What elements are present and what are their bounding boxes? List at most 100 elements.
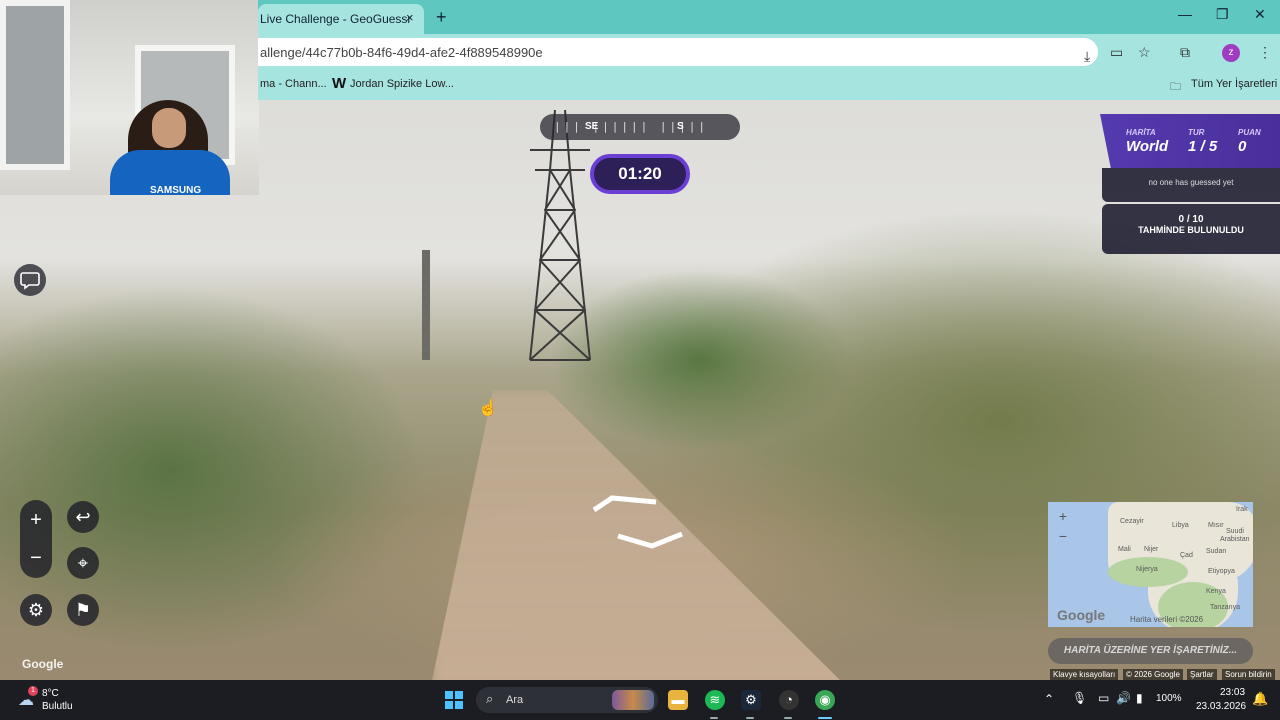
zoom-in-button[interactable]: + <box>20 502 52 538</box>
app-running-indicator <box>746 717 754 719</box>
app-running-indicator <box>784 717 792 719</box>
map-label-sudan: Sudan <box>1206 548 1227 555</box>
network-icon[interactable]: ▭ <box>1098 691 1109 705</box>
minimap-zoom-out[interactable]: − <box>1054 528 1072 544</box>
address-text: allenge/44c77b0b-84f6-49d4-afe2-4f889548… <box>260 45 543 60</box>
bookmark-item[interactable]: Jordan Spizike Low... <box>350 78 454 90</box>
score-value: 0 <box>1238 138 1247 155</box>
minimap-attribution: Harita verileri ©2026 <box>1130 615 1204 624</box>
browser-chrome: Live Challenge - GeoGuessr × + — ❐ ✕ all… <box>258 0 1280 100</box>
google-logo: Google <box>22 657 64 671</box>
map-label-chad: Çad <box>1180 552 1193 559</box>
cursor-icon: ☝ <box>478 400 498 417</box>
minimize-icon[interactable]: — <box>1178 6 1192 22</box>
taskbar-search[interactable]: ⌕ Ara <box>476 687 658 713</box>
folder-icon: 🗀 <box>1170 81 1181 93</box>
volume-icon[interactable]: 🔊 <box>1116 691 1131 705</box>
spotify-icon[interactable]: ≋ <box>705 690 725 710</box>
round-timer: 01:20 <box>590 154 690 194</box>
bookmark-item[interactable]: ma - Chann... <box>260 78 327 90</box>
search-label: Ara <box>506 694 524 706</box>
compass-ticks: ||| |||||| ||||| <box>554 120 708 133</box>
battery-percent: 100% <box>1156 693 1182 704</box>
profile-avatar[interactable]: z <box>1222 44 1240 62</box>
guess-count: 0 / 10 <box>1178 214 1204 225</box>
game-status-header: HARİTA World TUR 1 / 5 PUAN 0 <box>1100 114 1280 168</box>
close-window-icon[interactable]: ✕ <box>1254 6 1266 23</box>
window-left <box>0 0 70 170</box>
score-label: PUAN <box>1238 128 1261 137</box>
power-pylon <box>529 110 591 361</box>
card-icon[interactable]: ▭ <box>1110 44 1123 61</box>
guess-counter: 0 / 10 TAHMİNDE BULUNULDU <box>1102 204 1280 254</box>
map-label-algeria: Cezayir <box>1120 518 1144 525</box>
shirt-text: SAMSUNG <box>150 185 202 195</box>
bookmarks-bar: ma - Chann... W Jordan Spizike Low... 🗀 … <box>258 70 1280 100</box>
toolbar: allenge/44c77b0b-84f6-49d4-afe2-4f889548… <box>258 34 1280 70</box>
battery-icon[interactable]: ▮ <box>1136 691 1143 705</box>
screen: SAMSUNG Live Challenge - GeoGuessr × + —… <box>0 0 1280 720</box>
app-icon[interactable]: ◔ <box>779 690 799 710</box>
bookmark-w-icon: W <box>332 75 347 92</box>
map-label-kenya: Kenya <box>1206 588 1226 595</box>
extensions-icon[interactable]: ⧉ <box>1180 44 1190 61</box>
clock-time[interactable]: 23:03 <box>1220 687 1245 698</box>
webcam-overlay: SAMSUNG <box>0 0 259 195</box>
map-label-libya: Libya <box>1172 522 1189 529</box>
guess-count-label: TAHMİNDE BULUNULDU <box>1138 225 1244 235</box>
compass-label-se: SE <box>585 121 599 132</box>
compass-label-s: S <box>677 121 684 132</box>
search-icon: ⌕ <box>486 691 494 706</box>
weather-badge: 1 <box>28 686 38 696</box>
undo-move-button[interactable]: ↩ <box>67 501 99 533</box>
map-value: World <box>1126 138 1169 155</box>
tab-title: Live Challenge - GeoGuessr <box>260 12 412 26</box>
round-value: 1 / 5 <box>1188 138 1218 155</box>
chat-icon <box>20 272 40 290</box>
notification-bell-icon[interactable]: 🔔 <box>1252 691 1268 707</box>
weather-desc[interactable]: Bulutlu <box>42 701 73 712</box>
tray-expand-icon[interactable]: ⌃ <box>1044 692 1054 706</box>
microphone-icon[interactable]: 🎙 <box>1072 691 1087 705</box>
zoom-out-button[interactable]: − <box>20 540 52 576</box>
map-label-iraq: Irak <box>1236 506 1248 513</box>
app-running-indicator <box>710 717 718 719</box>
chat-button[interactable] <box>14 264 46 296</box>
round-label: TUR <box>1188 128 1205 137</box>
tab-geoguessr[interactable]: Live Challenge - GeoGuessr × <box>258 4 424 34</box>
move-forward-arrow[interactable] <box>592 494 662 512</box>
bookmark-star-icon[interactable]: ☆ <box>1138 44 1151 61</box>
address-bar[interactable]: allenge/44c77b0b-84f6-49d4-afe2-4f889548… <box>258 38 1098 66</box>
minimap-zoom-in[interactable]: + <box>1054 508 1072 524</box>
map-label-nigeria: Nijerya <box>1136 566 1158 573</box>
move-backward-arrow[interactable] <box>616 532 686 550</box>
return-to-start-button[interactable]: ⚑ <box>67 594 99 626</box>
menu-icon[interactable]: ⋮ <box>1258 44 1272 61</box>
map-label-arabia: Arabistan <box>1220 536 1250 543</box>
windows-start-icon[interactable] <box>444 690 464 710</box>
checkpoint-button[interactable]: ⌖ <box>67 547 99 579</box>
keyboard-shortcuts-link[interactable]: Klavye kısayolları <box>1050 669 1119 680</box>
streamer-face <box>152 108 186 148</box>
steam-icon[interactable]: ⚙ <box>741 690 761 710</box>
chrome-icon[interactable]: ◉ <box>815 690 835 710</box>
map-label-mali: Mali <box>1118 546 1131 553</box>
report-problem-link[interactable]: Sorun bildirin <box>1222 669 1275 680</box>
weather-temp[interactable]: 8°C <box>42 688 59 699</box>
maximize-icon[interactable]: ❐ <box>1216 6 1229 23</box>
map-label-tanzania: Tanzanya <box>1210 604 1240 611</box>
terms-link[interactable]: Şartlar <box>1187 669 1217 680</box>
file-explorer-icon[interactable]: ▬ <box>668 690 688 710</box>
new-tab-button[interactable]: + <box>436 7 447 28</box>
install-app-icon[interactable]: ⤓ <box>1084 48 1090 65</box>
map-label: HARİTA <box>1126 128 1156 137</box>
map-label-egypt: Mısır <box>1208 522 1224 529</box>
all-bookmarks[interactable]: Tüm Yer İşaretleri <box>1191 78 1277 90</box>
settings-button[interactable]: ⚙ <box>20 594 52 626</box>
clock-date[interactable]: 23.03.2026 <box>1196 701 1246 712</box>
zoom-controls: + − <box>20 500 52 578</box>
taskbar: ☁ 1 8°C Bulutlu ⌕ Ara ▬ ≋ ⚙ ◔ ◉ ⌃ 🎙 ▭ 🔊 … <box>0 680 1280 720</box>
place-marker-button[interactable]: HARİTA ÜZERİNE YER İŞARETİNİZ... <box>1048 638 1253 664</box>
tab-close-icon[interactable]: × <box>406 10 414 25</box>
app-active-indicator <box>818 717 832 719</box>
